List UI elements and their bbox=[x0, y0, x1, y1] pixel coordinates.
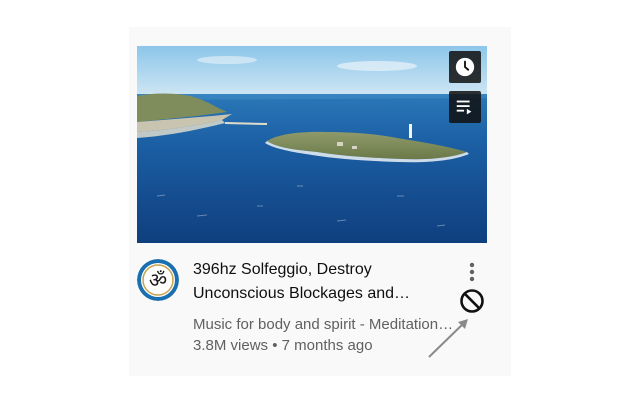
channel-name[interactable]: Music for body and spirit - Meditation M… bbox=[193, 314, 456, 335]
add-to-queue-button[interactable] bbox=[449, 91, 481, 123]
view-count: 3.8M views bbox=[193, 337, 269, 354]
queue-icon bbox=[456, 100, 472, 115]
video-title-line-2: Unconscious Blockages and… bbox=[193, 285, 411, 302]
video-title-line-1: 396hz Solfeggio, Destroy bbox=[193, 261, 372, 278]
block-icon bbox=[460, 289, 484, 313]
video-thumbnail[interactable] bbox=[137, 46, 487, 243]
pointer-arrow bbox=[428, 319, 468, 358]
channel-avatar[interactable]: ॐ bbox=[137, 259, 179, 301]
thumbnail-image bbox=[137, 46, 487, 243]
upload-age: 7 months ago bbox=[281, 337, 373, 354]
vertical-dots-icon bbox=[469, 262, 475, 282]
video-card[interactable]: ॐ 396hz Solfeggio, Destroy Unconscious B… bbox=[129, 27, 511, 376]
action-menu-button[interactable] bbox=[462, 260, 482, 284]
metadata-separator: • bbox=[272, 337, 278, 354]
watch-later-button[interactable] bbox=[449, 51, 481, 83]
avatar-symbol: ॐ bbox=[149, 268, 167, 292]
video-metadata: 3.8M views • 7 months ago bbox=[193, 335, 463, 356]
clock-icon bbox=[455, 57, 475, 77]
om-symbol-icon: ॐ bbox=[137, 259, 179, 301]
video-details: 396hz Solfeggio, Destroy Unconscious Blo… bbox=[193, 258, 463, 356]
video-title[interactable]: 396hz Solfeggio, Destroy Unconscious Blo… bbox=[193, 258, 463, 306]
